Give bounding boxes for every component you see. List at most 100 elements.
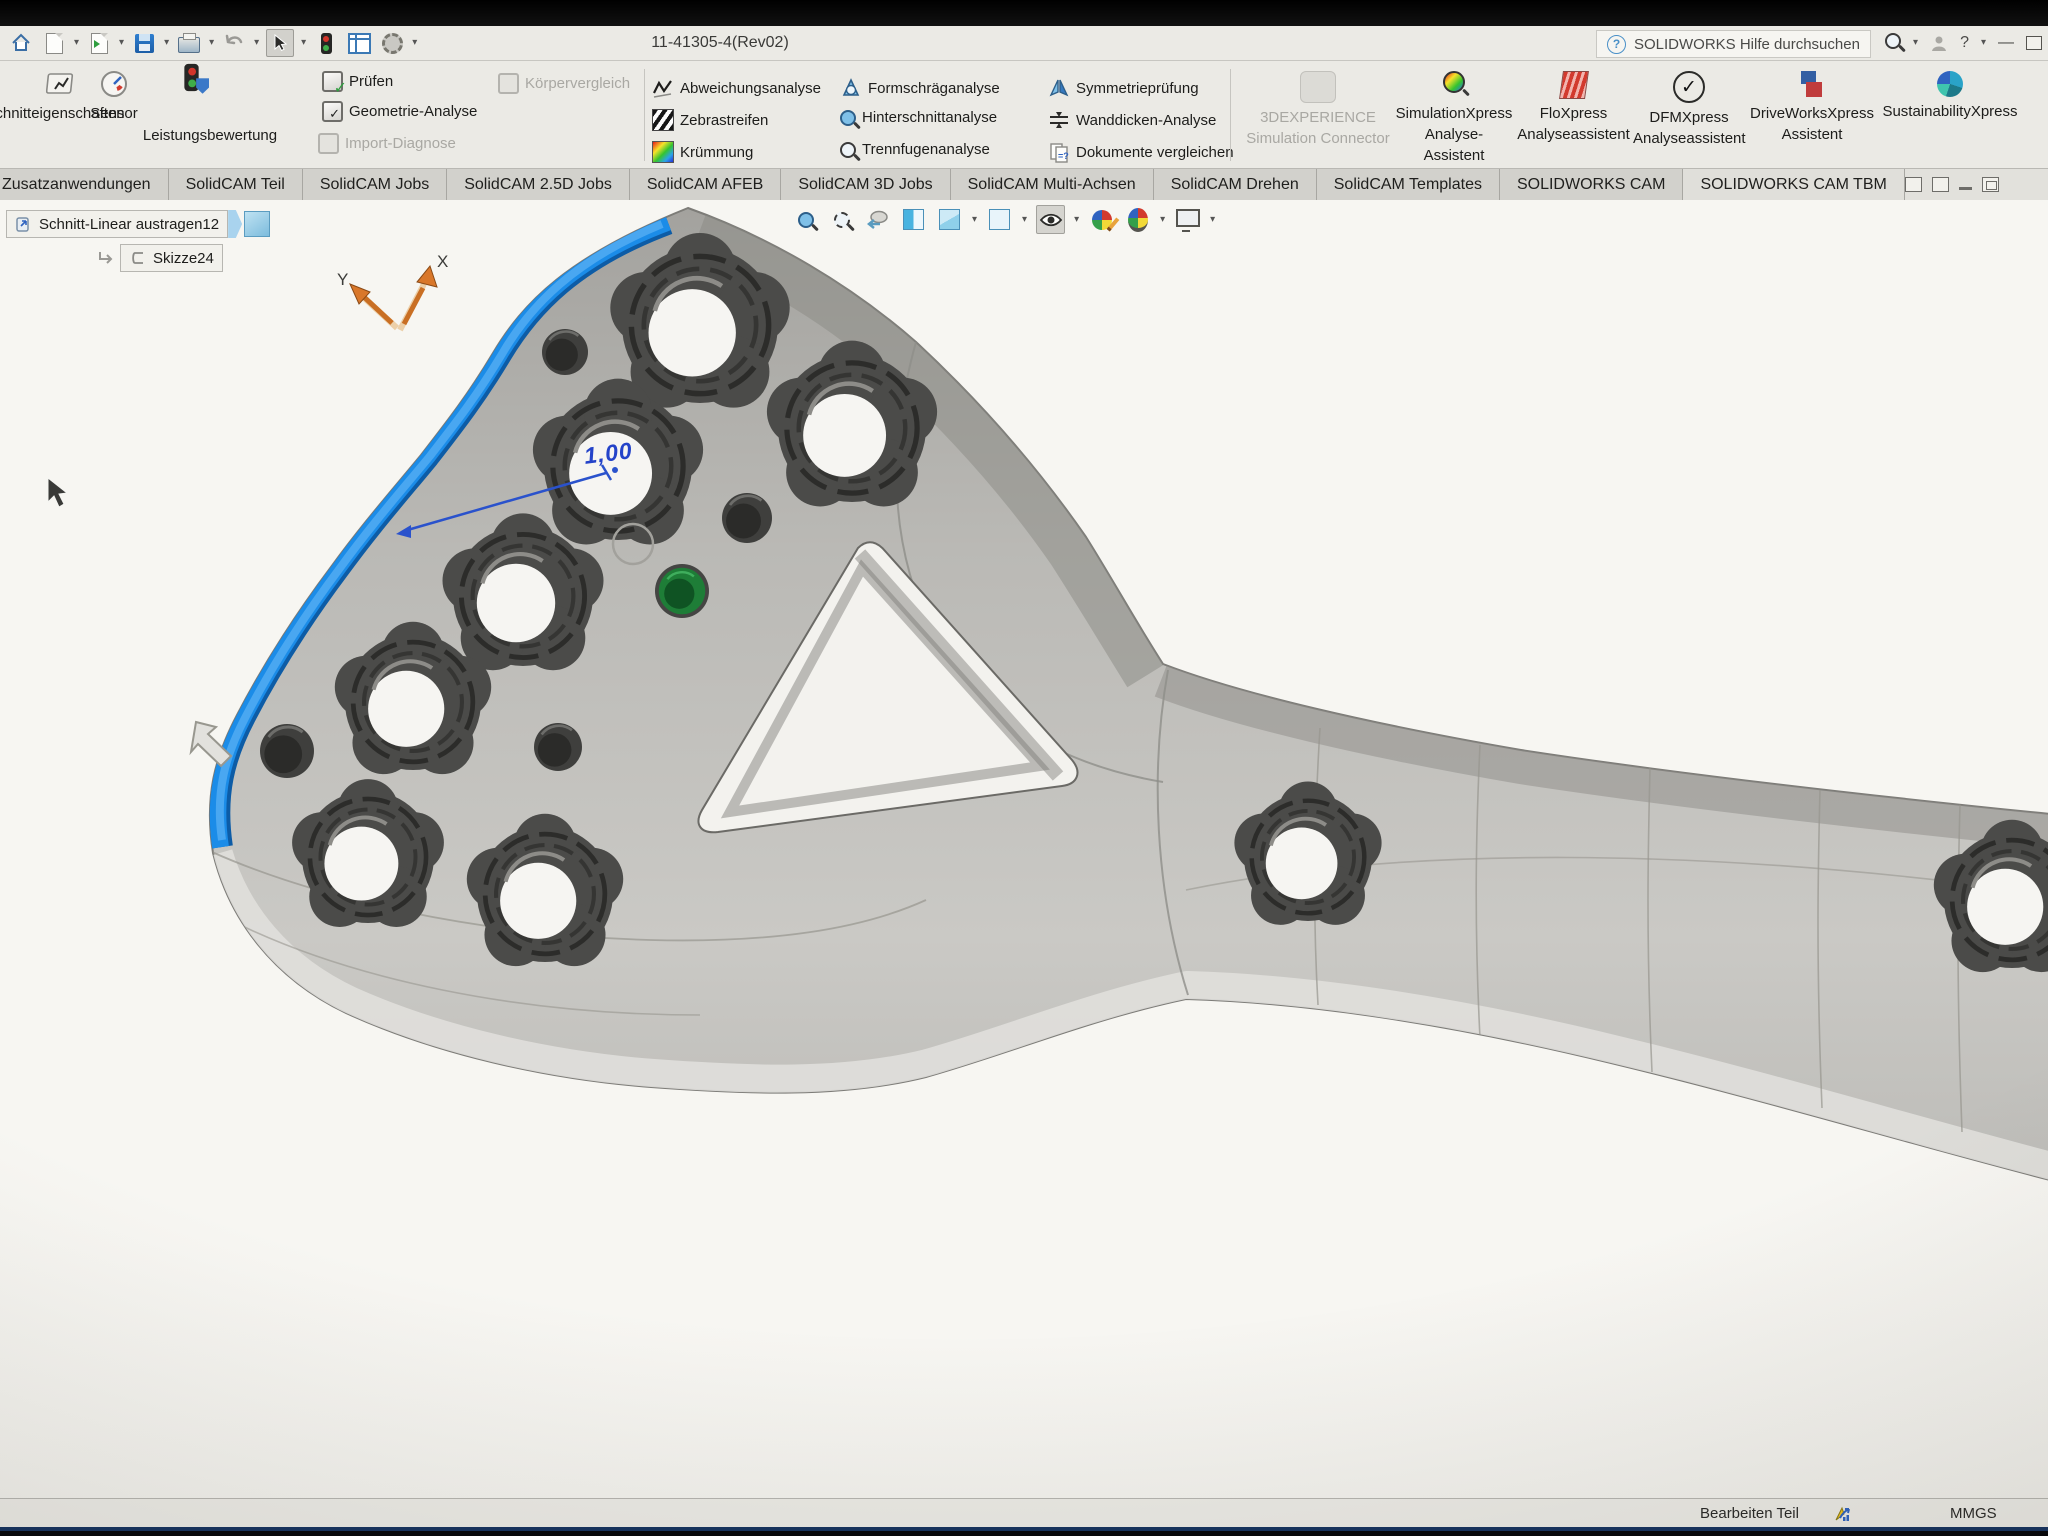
tab-zusatzanwendungen[interactable]: Zusatzanwendungen [0, 169, 169, 200]
view-orientation-caret[interactable]: ▾ [972, 215, 977, 225]
pane-right-icon[interactable] [1932, 177, 1949, 192]
body-compare-icon [498, 73, 519, 94]
user-icon[interactable] [1930, 34, 1948, 52]
tab-solidcam-teil[interactable]: SolidCAM Teil [169, 169, 303, 200]
settings-caret[interactable]: ▾ [412, 38, 417, 48]
driveworksxpress-button[interactable]: DriveWorksXpress Assistent [1748, 71, 1876, 145]
section-properties-button[interactable] [46, 69, 76, 99]
help-menu-button[interactable]: ? [1960, 34, 1969, 52]
part-body[interactable] [210, 208, 2048, 1180]
window-restore-icon[interactable] [1982, 177, 1999, 192]
tab-solidcam-multi-achsen[interactable]: SolidCAM Multi-Achsen [951, 169, 1154, 200]
new-document-caret[interactable]: ▾ [74, 38, 79, 48]
zoom-fit-button[interactable] [792, 206, 819, 233]
compare-documents-button[interactable]: =? Dokumente vergleichen [1048, 141, 1234, 163]
display-style-caret[interactable]: ▾ [1022, 215, 1027, 225]
save-icon [135, 34, 154, 53]
sensor-button[interactable] [99, 69, 129, 99]
search-caret[interactable]: ▾ [1913, 38, 1918, 48]
geometry-analysis-button[interactable]: ✓ Geometrie-Analyse [322, 101, 477, 122]
restore-button[interactable] [2026, 36, 2042, 50]
tab-solidcam-25d-jobs[interactable]: SolidCAM 2.5D Jobs [447, 169, 630, 200]
wall-thickness-analysis-button[interactable]: Wanddicken-Analyse [1048, 109, 1216, 131]
tab-solidcam-3d-jobs[interactable]: SolidCAM 3D Jobs [781, 169, 950, 200]
pane-left-icon[interactable] [1905, 177, 1922, 192]
document-title: 11-41305-4(Rev02) [560, 34, 880, 52]
undo-button[interactable] [221, 30, 247, 56]
apply-scene-caret[interactable]: ▾ [1160, 215, 1165, 225]
check-button[interactable]: ✓ Prüfen [322, 71, 393, 92]
open-button[interactable] [86, 30, 112, 56]
eye-icon [1039, 212, 1063, 228]
sustainabilityxpress-button[interactable]: SustainabilityXpress [1880, 71, 2020, 122]
open-caret[interactable]: ▾ [119, 38, 124, 48]
performance-evaluation-button[interactable] [186, 67, 197, 88]
tab-solidcam-templates[interactable]: SolidCAM Templates [1317, 169, 1500, 200]
previous-view-button[interactable] [864, 206, 891, 233]
edit-appearance-button[interactable] [1088, 206, 1115, 233]
tab-solidcam-afeb[interactable]: SolidCAM AFEB [630, 169, 781, 200]
save-button[interactable] [131, 30, 157, 56]
draft-analysis-button[interactable]: Formschräganalyse [840, 77, 1000, 99]
feature-chip[interactable]: Schnitt-Linear austragen12 [6, 210, 228, 238]
settings-button[interactable] [379, 30, 405, 56]
help-search-label: SOLIDWORKS Hilfe durchsuchen [1634, 36, 1860, 53]
feature-breadcrumb[interactable]: Schnitt-Linear austragen12 [6, 210, 270, 238]
tab-solidcam-drehen[interactable]: SolidCAM Drehen [1154, 169, 1317, 200]
selected-face-swatch[interactable] [244, 211, 270, 237]
deviation-analysis-button[interactable]: Abweichungsanalyse [652, 77, 821, 99]
tab-solidworks-cam[interactable]: SOLIDWORKS CAM [1500, 169, 1683, 200]
undo-caret[interactable]: ▾ [254, 38, 259, 48]
check-label: Prüfen [349, 73, 393, 90]
tab-solidworks-cam-tbm[interactable]: SOLIDWORKS CAM TBM [1683, 169, 1904, 200]
view-settings-caret[interactable]: ▾ [1210, 215, 1215, 225]
help-menu-caret[interactable]: ▾ [1981, 38, 1986, 48]
hide-show-items-button[interactable] [1036, 205, 1065, 234]
print-caret[interactable]: ▾ [209, 38, 214, 48]
floxpress-button[interactable]: FloXpress Analyseassistent [1516, 71, 1631, 145]
parting-line-analysis-icon [840, 142, 856, 158]
zoom-area-icon [834, 212, 850, 228]
tab-solidcam-jobs[interactable]: SolidCAM Jobs [303, 169, 447, 200]
simulationxpress-button[interactable]: SimulationXpress Analyse-Assistent [1395, 71, 1513, 166]
sustainabilityxpress-label-1: SustainabilityXpress [1880, 101, 2020, 122]
green-hole[interactable] [655, 564, 709, 618]
sketch-chip[interactable]: Skizze24 [120, 244, 223, 272]
save-caret[interactable]: ▾ [164, 38, 169, 48]
sketch-chip-label: Skizze24 [153, 250, 214, 267]
symmetry-check-button[interactable]: Symmetrieprüfung [1048, 77, 1199, 99]
home-button[interactable] [8, 30, 34, 56]
undercut-analysis-label: Hinterschnittanalyse [862, 109, 997, 126]
undercut-analysis-button[interactable]: Hinterschnittanalyse [840, 109, 997, 126]
graphics-viewport[interactable]: Schnitt-Linear austragen12 Skizze24 ▾ ▾ … [0, 200, 2048, 1498]
view-orientation-button[interactable] [936, 206, 963, 233]
zebra-stripes-button[interactable]: Zebrastreifen [652, 109, 768, 131]
parting-line-analysis-button[interactable]: Trennfugenanalyse [840, 141, 990, 158]
window-minimize-icon[interactable] [1959, 187, 1972, 190]
driveworksxpress-icon [1801, 71, 1823, 99]
search-button[interactable] [1885, 33, 1901, 54]
apply-scene-button[interactable] [1124, 206, 1151, 233]
minimize-button[interactable]: — [1998, 34, 2014, 52]
select-button[interactable] [266, 29, 294, 57]
3dexperience-icon [1300, 71, 1336, 103]
view-settings-button[interactable] [1174, 206, 1201, 233]
simulationxpress-icon [1443, 71, 1465, 93]
sketch-breadcrumb[interactable]: Skizze24 [96, 244, 223, 272]
monitor-icon [1176, 209, 1200, 227]
zoom-area-button[interactable] [828, 206, 855, 233]
new-document-button[interactable] [41, 30, 67, 56]
section-properties-icon [46, 69, 76, 99]
section-view-button[interactable] [900, 206, 927, 233]
hide-show-caret[interactable]: ▾ [1074, 215, 1079, 225]
select-caret[interactable]: ▾ [301, 38, 306, 48]
part-3d-view[interactable] [0, 200, 2048, 1498]
options-table-button[interactable] [346, 30, 372, 56]
dfmxpress-button[interactable]: ✓ DFMXpress Analyseassistent [1633, 71, 1745, 149]
options-table-icon [348, 33, 371, 54]
help-search[interactable]: ? SOLIDWORKS Hilfe durchsuchen [1596, 30, 1871, 58]
performance-button[interactable] [313, 30, 339, 56]
curvature-button[interactable]: Krümmung [652, 141, 753, 163]
display-style-button[interactable] [986, 206, 1013, 233]
print-button[interactable] [176, 30, 202, 56]
